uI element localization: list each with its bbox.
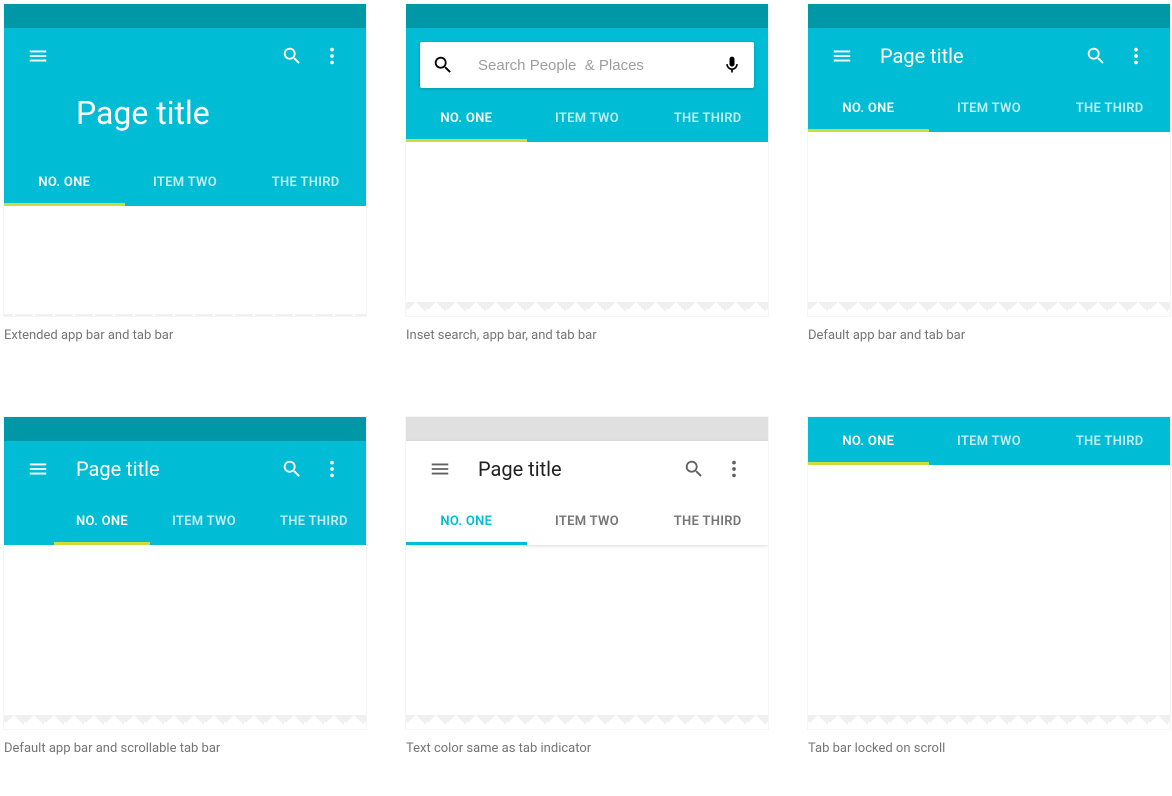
- menu-icon[interactable]: [420, 449, 460, 489]
- status-bar: [808, 4, 1170, 28]
- tab-three[interactable]: THE THIRD: [258, 497, 366, 545]
- tab-two[interactable]: ITEM TWO: [527, 94, 648, 142]
- menu-icon[interactable]: [18, 36, 58, 76]
- more-icon[interactable]: [312, 449, 352, 489]
- search-box[interactable]: [420, 42, 754, 88]
- page-title: Page title: [478, 457, 674, 481]
- tab-three[interactable]: THE THIRD: [1049, 84, 1170, 132]
- example-caption: Extended app bar and tab bar: [4, 328, 366, 343]
- tab-bar: NO. ONE ITEM TWO THE THIRD: [808, 417, 1170, 465]
- content-area: [808, 132, 1170, 302]
- content-area: [406, 545, 768, 715]
- tab-three[interactable]: THE THIRD: [647, 497, 768, 545]
- torn-edge: [406, 715, 768, 729]
- tab-bar: NO. ONE ITEM TWO THE THIRD: [406, 94, 768, 142]
- page-title: Page title: [4, 84, 366, 158]
- torn-edge: [4, 314, 366, 316]
- status-bar: [4, 4, 366, 28]
- search-icon[interactable]: [674, 449, 714, 489]
- torn-edge: [808, 715, 1170, 729]
- tab-two[interactable]: ITEM TWO: [527, 497, 648, 545]
- search-icon[interactable]: [1076, 36, 1116, 76]
- page-title: Page title: [880, 44, 1076, 68]
- content-area: [4, 206, 366, 314]
- tab-bar[interactable]: NO. ONE ITEM TWO THE THIRD: [4, 497, 366, 545]
- status-bar: [406, 4, 768, 28]
- content-area: [406, 142, 768, 302]
- tab-one[interactable]: NO. ONE: [54, 497, 150, 545]
- example-caption: Default app bar and scrollable tab bar: [4, 741, 366, 756]
- torn-edge: [808, 302, 1170, 316]
- tab-two[interactable]: ITEM TWO: [150, 497, 258, 545]
- example-caption: Text color same as tab indicator: [406, 741, 768, 756]
- tab-three[interactable]: THE THIRD: [245, 158, 366, 206]
- tab-one[interactable]: NO. ONE: [808, 84, 929, 132]
- menu-icon[interactable]: [18, 449, 58, 489]
- status-bar: [406, 417, 768, 441]
- search-icon: [432, 54, 454, 76]
- more-icon[interactable]: [312, 36, 352, 76]
- tab-three[interactable]: THE THIRD: [1049, 417, 1170, 465]
- torn-edge: [406, 302, 768, 316]
- search-icon[interactable]: [272, 36, 312, 76]
- tab-three[interactable]: THE THIRD: [647, 94, 768, 142]
- tab-bar: NO. ONE ITEM TWO THE THIRD: [4, 158, 366, 206]
- torn-edge: [4, 715, 366, 729]
- example-caption: Tab bar locked on scroll: [808, 741, 1170, 756]
- tab-one[interactable]: NO. ONE: [406, 497, 527, 545]
- status-bar: [4, 417, 366, 441]
- search-input[interactable]: [478, 57, 722, 74]
- search-icon[interactable]: [272, 449, 312, 489]
- example-caption: Default app bar and tab bar: [808, 328, 1170, 343]
- more-icon[interactable]: [714, 449, 754, 489]
- tab-two[interactable]: ITEM TWO: [929, 84, 1050, 132]
- tab-one[interactable]: NO. ONE: [4, 158, 125, 206]
- tab-one[interactable]: NO. ONE: [808, 417, 929, 465]
- content-area: [808, 465, 1170, 715]
- tab-one[interactable]: NO. ONE: [406, 94, 527, 142]
- content-area: [4, 545, 366, 715]
- tab-two[interactable]: ITEM TWO: [125, 158, 246, 206]
- page-title: Page title: [76, 457, 272, 481]
- more-icon[interactable]: [1116, 36, 1156, 76]
- mic-icon[interactable]: [722, 55, 742, 75]
- menu-icon[interactable]: [822, 36, 862, 76]
- tab-bar: NO. ONE ITEM TWO THE THIRD: [406, 497, 768, 545]
- tab-two[interactable]: ITEM TWO: [929, 417, 1050, 465]
- tab-bar: NO. ONE ITEM TWO THE THIRD: [808, 84, 1170, 132]
- example-caption: Inset search, app bar, and tab bar: [406, 328, 768, 343]
